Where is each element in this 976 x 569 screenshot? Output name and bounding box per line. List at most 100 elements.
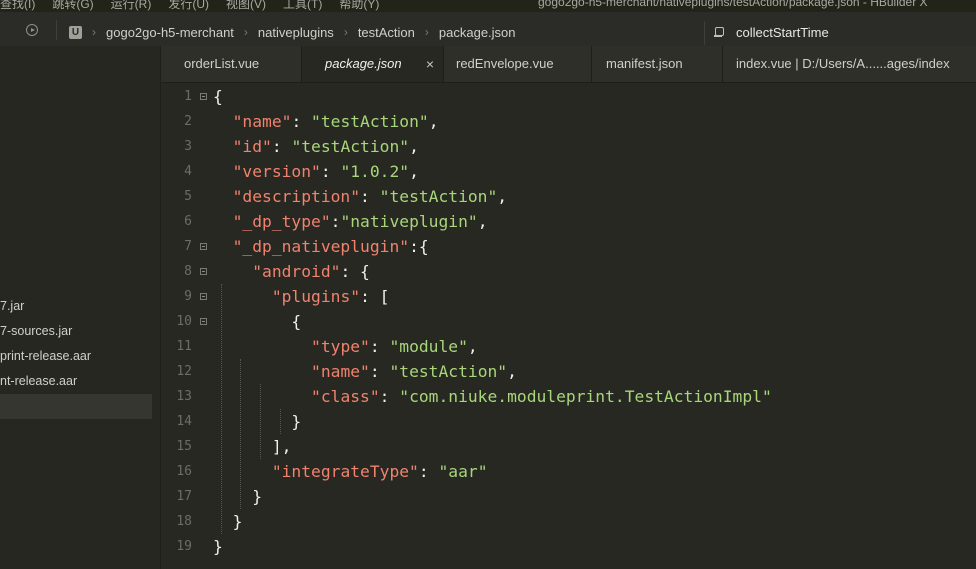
- json-punctuation: : [: [360, 287, 390, 306]
- json-string: "aar": [438, 462, 488, 481]
- json-key: "plugins": [271, 287, 361, 306]
- json-punctuation: [213, 187, 233, 206]
- json-key: "_dp_type": [232, 212, 331, 231]
- indent-guide: [260, 384, 261, 459]
- code-line[interactable]: }: [213, 534, 223, 559]
- search-icon: [714, 27, 724, 37]
- code-line[interactable]: "class": "com.niuke.moduleprint.TestActi…: [213, 384, 772, 409]
- chevron-right-icon: ›: [424, 25, 429, 39]
- line-number: 16: [176, 464, 192, 479]
- json-key: "name": [311, 362, 370, 381]
- menu-run[interactable]: 运行(R): [111, 0, 152, 12]
- json-punctuation: ,: [428, 112, 439, 131]
- json-key: "id": [232, 137, 272, 156]
- line-number: 9: [184, 289, 192, 304]
- fold-toggle-icon[interactable]: [200, 293, 207, 300]
- sidebar-file-item[interactable]: 7-sources.jar: [0, 319, 152, 344]
- json-punctuation: }: [213, 537, 223, 556]
- line-number: 1: [184, 89, 192, 104]
- breadcrumb-subfolder[interactable]: testAction: [358, 25, 415, 40]
- tab-manifest[interactable]: manifest.json: [592, 46, 723, 82]
- json-punctuation: ,: [409, 162, 419, 181]
- menu-help[interactable]: 帮助(Y): [339, 0, 379, 12]
- tab-label: manifest.json: [606, 56, 683, 71]
- json-punctuation: :: [291, 112, 312, 131]
- search-input[interactable]: collectStartTime: [736, 25, 829, 40]
- json-key: "class": [311, 387, 380, 406]
- code-line[interactable]: "plugins": [: [213, 284, 390, 309]
- json-string: "testAction": [291, 137, 410, 156]
- breadcrumb-file[interactable]: package.json: [439, 25, 516, 40]
- tab-index-vue[interactable]: index.vue | D:/Users/A......ages/index: [723, 46, 976, 82]
- json-string: "nativeplugin": [340, 212, 478, 231]
- code-line[interactable]: }: [213, 409, 301, 434]
- sidebar-file-item[interactable]: 7.jar: [0, 294, 152, 319]
- tab-package-json[interactable]: package.json ×: [302, 46, 444, 82]
- line-number: 5: [184, 189, 192, 204]
- code-line[interactable]: }: [213, 509, 243, 534]
- tab-label: redEnvelope.vue: [456, 56, 554, 71]
- menu-goto[interactable]: 跳转(G): [52, 0, 93, 12]
- line-number: 19: [176, 539, 192, 554]
- json-punctuation: [213, 337, 311, 356]
- json-punctuation: :: [320, 162, 341, 181]
- run-icon[interactable]: [26, 24, 38, 36]
- sidebar-file-item[interactable]: nt-release.aar: [0, 369, 152, 394]
- json-punctuation: [213, 112, 233, 131]
- fold-toggle-icon[interactable]: [200, 268, 207, 275]
- json-string: "testAction": [311, 112, 429, 131]
- json-punctuation: [213, 212, 233, 231]
- menu-view[interactable]: 视图(V): [226, 0, 266, 12]
- json-key: "name": [232, 112, 292, 131]
- line-number: 6: [184, 214, 192, 229]
- json-punctuation: :: [379, 387, 400, 406]
- breadcrumb: U › gogo2go-h5-merchant › nativeplugins …: [69, 24, 516, 40]
- editor-tab-bar: orderList.vue package.json × redEnvelope…: [161, 46, 976, 83]
- menu-list: 查找(I) 跳转(G) 运行(R) 发行(U) 视图(V) 工具(T) 帮助(Y…: [0, 0, 396, 12]
- json-punctuation: }: [213, 412, 302, 431]
- fold-toggle-icon[interactable]: [200, 318, 207, 325]
- breadcrumb-project[interactable]: gogo2go-h5-merchant: [106, 25, 234, 40]
- code-line[interactable]: "android": {: [213, 259, 370, 284]
- symbol-search-box[interactable]: collectStartTime: [704, 21, 976, 45]
- json-punctuation: [213, 262, 252, 281]
- code-line[interactable]: "integrateType": "aar": [213, 459, 488, 484]
- json-punctuation: [213, 137, 233, 156]
- code-line[interactable]: "description": "testAction",: [213, 184, 508, 209]
- code-line[interactable]: "type": "module",: [213, 334, 478, 359]
- code-line[interactable]: "version": "1.0.2",: [213, 159, 419, 184]
- sidebar-file-item[interactable]: print-release.aar: [0, 344, 152, 369]
- close-icon[interactable]: ×: [426, 46, 434, 82]
- sidebar-file-item-selected[interactable]: [0, 394, 152, 419]
- line-number: 14: [176, 414, 192, 429]
- line-number: 3: [184, 139, 192, 154]
- window-title: gogo2go-h5-merchant/nativeplugins/testAc…: [538, 0, 928, 9]
- menu-publish[interactable]: 发行(U): [168, 0, 209, 12]
- breadcrumb-folder[interactable]: nativeplugins: [258, 25, 334, 40]
- project-type-icon: U: [69, 25, 82, 39]
- tab-label: index.vue | D:/Users/A......ages/index: [736, 56, 950, 71]
- code-line[interactable]: "id": "testAction",: [213, 134, 419, 159]
- json-punctuation: :: [330, 212, 341, 231]
- code-editor[interactable]: 1 2 3 4 5 6 7 8 9 10 11 12 13 14 15 16 17 18 19 { "name": …: [161, 83, 976, 569]
- json-string: "module": [389, 337, 468, 356]
- fold-toggle-icon[interactable]: [200, 93, 207, 100]
- line-number: 18: [176, 514, 192, 529]
- code-line[interactable]: {: [213, 84, 223, 109]
- tab-redenvelope[interactable]: redEnvelope.vue: [444, 46, 592, 82]
- menu-tools[interactable]: 工具(T): [283, 0, 322, 12]
- code-line[interactable]: "_dp_nativeplugin":{: [213, 234, 429, 259]
- json-punctuation: :: [360, 187, 380, 206]
- json-punctuation: [213, 362, 311, 381]
- menu-find[interactable]: 查找(I): [0, 0, 35, 12]
- indent-guide: [221, 284, 222, 534]
- code-line[interactable]: "name": "testAction",: [213, 109, 439, 134]
- fold-toggle-icon[interactable]: [200, 243, 207, 250]
- code-line[interactable]: "name": "testAction",: [213, 359, 517, 384]
- json-key: "_dp_nativeplugin": [232, 237, 410, 256]
- code-line[interactable]: "_dp_type":"nativeplugin",: [213, 209, 488, 234]
- code-line[interactable]: {: [213, 309, 301, 334]
- tab-orderlist[interactable]: orderList.vue: [161, 46, 302, 82]
- json-punctuation: {: [213, 87, 223, 106]
- code-line[interactable]: ],: [213, 434, 292, 459]
